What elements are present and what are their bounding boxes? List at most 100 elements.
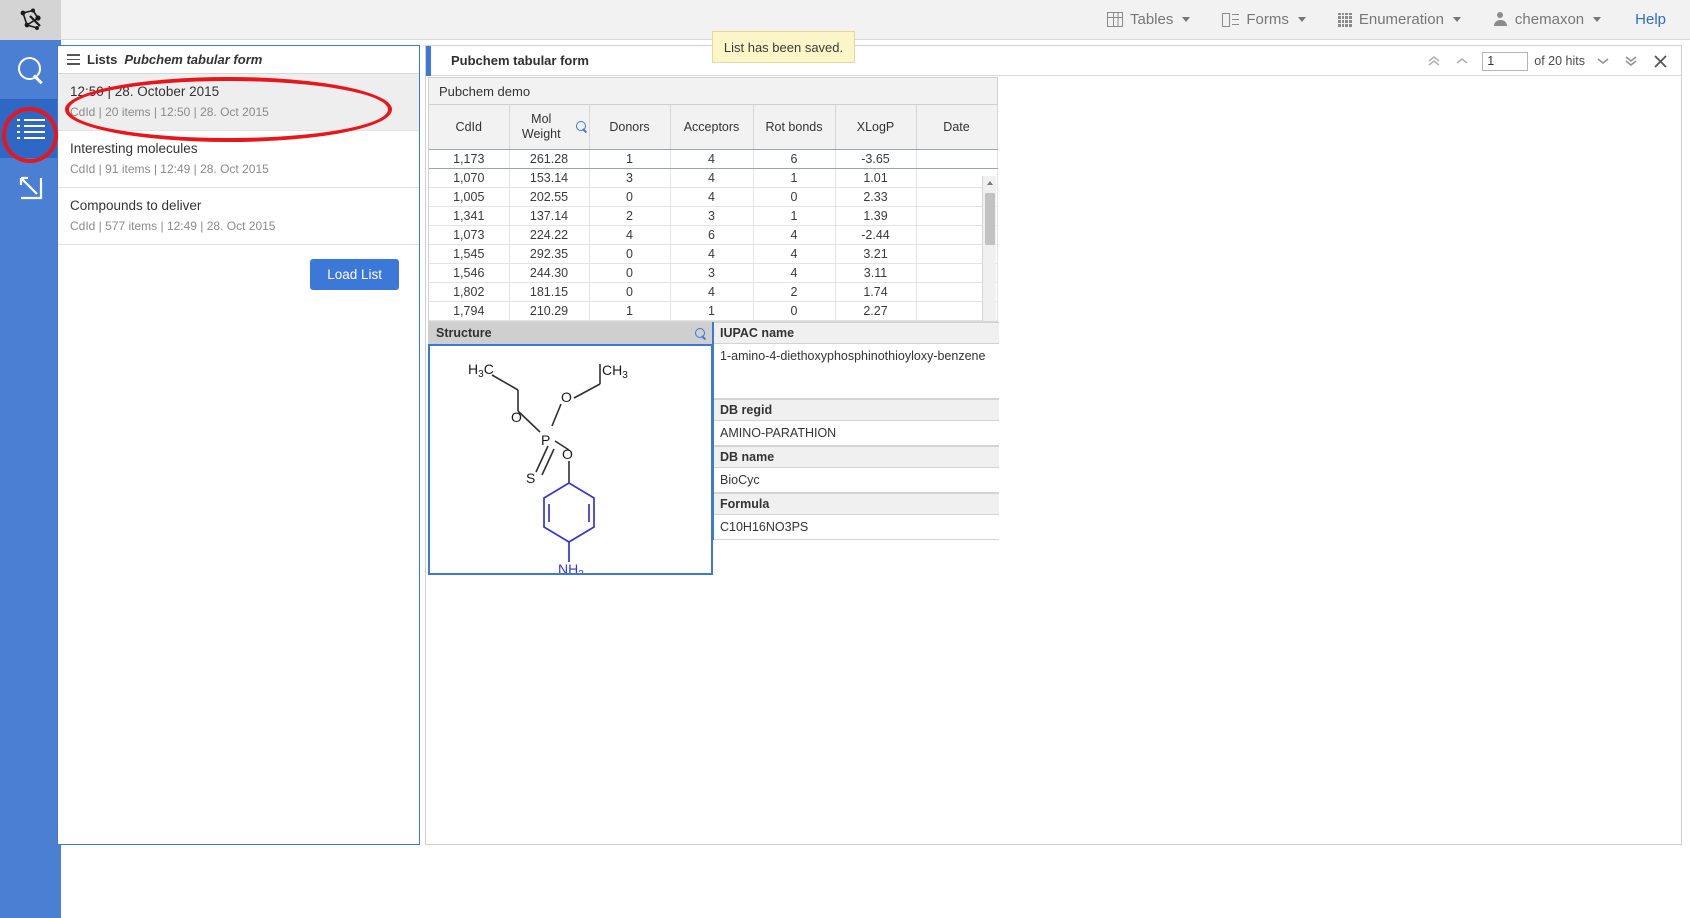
table-cell: 4 — [670, 244, 753, 263]
table-cell: -2.44 — [835, 225, 916, 244]
column-search-icon[interactable] — [576, 121, 587, 132]
table-row[interactable]: 1,794210.291102.27 — [429, 301, 997, 320]
column-header-donors[interactable]: Donors — [589, 105, 670, 149]
list-icon — [17, 119, 45, 139]
table-row[interactable]: 1,070153.143411.01 — [429, 168, 997, 187]
enumeration-dots-icon — [1338, 13, 1352, 27]
scroll-up-button[interactable] — [983, 176, 997, 190]
rail-item-search[interactable] — [0, 40, 61, 99]
vertical-scroll-thumb[interactable] — [985, 193, 995, 245]
chevron-down-icon — [1298, 17, 1306, 22]
menu-forms[interactable]: Forms — [1206, 0, 1322, 40]
table-cell: 3 — [670, 263, 753, 282]
column-header-acceptors[interactable]: Acceptors — [670, 105, 753, 149]
detail-value-formula: C10H16NO3PS — [714, 515, 999, 540]
table-cell: 1 — [589, 149, 670, 168]
table-cell: -3.65 — [835, 149, 916, 168]
list-item-meta: CdId | 577 items | 12:49 | 28. Oct 2015 — [70, 219, 407, 233]
table-cell: 4 — [670, 187, 753, 206]
detail-value-iupac-name: 1-amino-4-diethoxyphosphinothioyloxy-ben… — [714, 344, 999, 399]
double-chevron-up-icon — [1427, 54, 1441, 68]
column-header-rot-bonds[interactable]: Rot bonds — [753, 105, 835, 149]
help-link[interactable]: Help — [1617, 11, 1676, 28]
atom-label-o-left: O — [511, 409, 522, 425]
lists-header-prefix: Lists — [87, 52, 117, 67]
detail-label-db-regid: DB regid — [714, 399, 999, 421]
pager-last-button[interactable] — [1617, 46, 1645, 76]
atom-label-ch3: CH3 — [602, 362, 628, 381]
table-cell: 0 — [753, 187, 835, 206]
column-label: Donors — [609, 120, 649, 134]
table-vertical-scrollbar[interactable] — [982, 176, 996, 331]
table-cell: 4 — [753, 225, 835, 244]
column-header-date[interactable]: Date — [916, 105, 997, 149]
structure-canvas[interactable]: H3C CH3 O O P S O NH2 — [428, 344, 713, 575]
table-body: 1,173261.28146-3.651,070153.143411.011,0… — [429, 149, 997, 320]
forms-icon — [1222, 13, 1239, 27]
menu-tables[interactable]: Tables — [1091, 0, 1206, 40]
rail-item-lists[interactable] — [0, 99, 61, 158]
column-header-mol-weight[interactable]: Mol Weight — [509, 105, 589, 149]
chevron-down-icon — [1182, 17, 1190, 22]
column-header-xlogp[interactable]: XLogP — [835, 105, 916, 149]
menu-user-label: chemaxon — [1515, 11, 1584, 28]
rail-item-expand[interactable] — [0, 158, 61, 217]
table-cell: 3.21 — [835, 244, 916, 263]
list-item[interactable]: Interesting molecules CdId | 91 items | … — [58, 131, 419, 188]
table-row[interactable]: 1,546244.300343.11 — [429, 263, 997, 282]
structure-search-icon[interactable] — [695, 328, 706, 339]
menu-user-account[interactable]: chemaxon — [1477, 0, 1617, 40]
load-list-button[interactable]: Load List — [310, 259, 399, 290]
list-item[interactable]: 12:50 | 28. October 2015 CdId | 20 items… — [58, 74, 419, 131]
table-row[interactable]: 1,073224.22464-2.44 — [429, 225, 997, 244]
table-cell: 2.27 — [835, 301, 916, 320]
table-cell: 4 — [670, 282, 753, 301]
atom-label-o-right: O — [562, 446, 573, 462]
table-cell: 1.01 — [835, 168, 916, 187]
close-form-button[interactable] — [1645, 46, 1675, 76]
table-cell: 0 — [589, 263, 670, 282]
list-lines-icon — [67, 54, 80, 65]
list-item[interactable]: Compounds to deliver CdId | 577 items | … — [58, 188, 419, 245]
column-label: Acceptors — [684, 120, 740, 134]
table-cell: 1,073 — [429, 225, 509, 244]
app-logo[interactable] — [0, 0, 61, 40]
table-cell: 1.39 — [835, 206, 916, 225]
table-cell: 1,545 — [429, 244, 509, 263]
lists-panel: Lists Pubchem tabular form 12:50 | 28. O… — [57, 45, 420, 845]
search-icon — [18, 57, 44, 83]
table-row[interactable]: 1,341137.142311.39 — [429, 206, 997, 225]
form-canvas: Pubchem demo CdId — [426, 77, 1681, 844]
structure-header-label: Structure — [436, 326, 492, 340]
pager-hits-label: of 20 hits — [1534, 54, 1585, 68]
table-cell: 0 — [753, 301, 835, 320]
tab-pubchem-tabular-form[interactable]: Pubchem tabular form — [431, 53, 589, 68]
atom-label-h3c: H3C — [468, 361, 494, 380]
menu-enumeration[interactable]: Enumeration — [1322, 0, 1477, 40]
table-cell: 6 — [753, 149, 835, 168]
pubchem-demo-table-card: Pubchem demo CdId — [428, 77, 998, 337]
load-list-row: Load List — [58, 245, 419, 304]
detail-value-db-regid: AMINO-PARATHION — [714, 421, 999, 446]
pager-prev-button[interactable] — [1448, 46, 1476, 76]
pager-page-input[interactable] — [1482, 52, 1528, 71]
table-cell: 224.22 — [509, 225, 589, 244]
form-tab-bar: Pubchem tabular form of 20 hits — [426, 46, 1681, 76]
chemaxon-logo-icon — [18, 7, 44, 33]
pager-first-button[interactable] — [1420, 46, 1448, 76]
detail-label-formula: Formula — [714, 493, 999, 515]
pubchem-demo-table: CdId Mol Weight Donors — [429, 105, 998, 321]
table-row[interactable]: 1,802181.150421.74 — [429, 282, 997, 301]
table-header-row: CdId Mol Weight Donors — [429, 105, 997, 149]
pager-next-button[interactable] — [1589, 46, 1617, 76]
table-row[interactable]: 1,173261.28146-3.65 — [429, 149, 997, 168]
caret-up-icon — [986, 179, 994, 187]
table-row[interactable]: 1,005202.550402.33 — [429, 187, 997, 206]
column-header-cdid[interactable]: CdId — [429, 105, 509, 149]
detail-label-iupac-name: IUPAC name — [714, 322, 999, 344]
table-row[interactable]: 1,545292.350443.21 — [429, 244, 997, 263]
table-cell: 181.15 — [509, 282, 589, 301]
table-cell: 3 — [670, 206, 753, 225]
record-pager: of 20 hits — [1420, 46, 1675, 76]
menu-tables-label: Tables — [1130, 11, 1173, 28]
